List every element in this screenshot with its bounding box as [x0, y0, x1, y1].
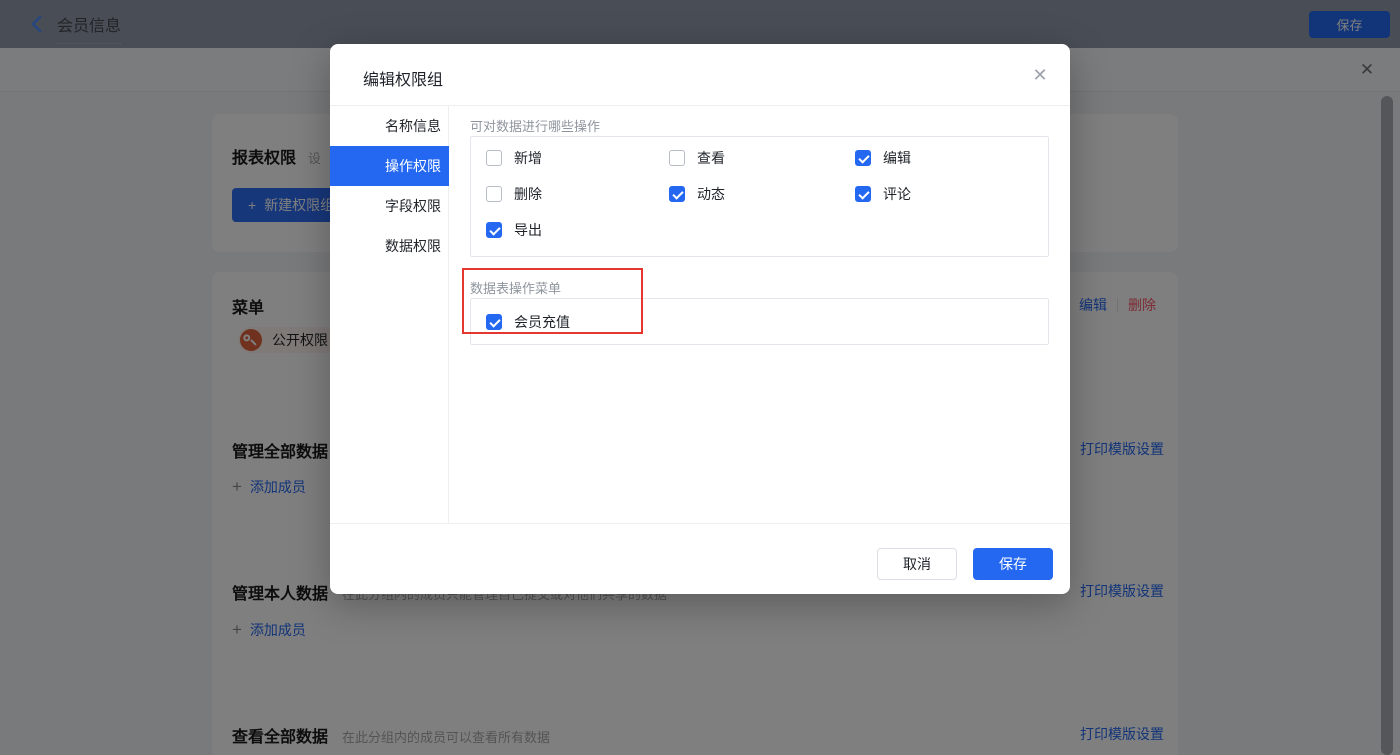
checkbox-box[interactable] [669, 150, 685, 166]
checkbox-item-delete[interactable]: 删除 [486, 186, 669, 202]
checkbox-box[interactable] [669, 186, 685, 202]
modal-title: 编辑权限组 [363, 66, 443, 90]
save-button[interactable]: 保存 [973, 548, 1053, 580]
checkbox-item-member-recharge[interactable]: 会员充值 [486, 314, 570, 330]
checkbox-box[interactable] [486, 186, 502, 202]
screen: 会员信息 保存 ✕ 报表权限 设 + 新建权限组 菜单 公开权限 编辑 删除 [0, 0, 1400, 755]
checkbox-item-add[interactable]: 新增 [486, 150, 669, 166]
edit-permission-group-modal: 编辑权限组 ✕ 名称信息 操作权限 字段权限 数据权限 可对数据进行哪些操作 新… [330, 44, 1070, 594]
checkbox-box[interactable] [486, 222, 502, 238]
modal-tab-list: 名称信息 操作权限 字段权限 数据权限 [330, 106, 449, 523]
modal-header: 编辑权限组 ✕ [330, 44, 1070, 106]
tab-name-info[interactable]: 名称信息 [330, 106, 449, 146]
table-menu-group-label: 数据表操作菜单 [470, 278, 561, 297]
checkbox-item-export[interactable]: 导出 [486, 222, 669, 238]
tab-data-permission[interactable]: 数据权限 [330, 226, 449, 266]
table-menu-checkbox-group: 会员充值 [470, 298, 1049, 345]
tab-operation-permission[interactable]: 操作权限 [330, 146, 449, 186]
checkbox-box[interactable] [486, 314, 502, 330]
checkbox-box[interactable] [855, 150, 871, 166]
tab-field-permission[interactable]: 字段权限 [330, 186, 449, 226]
modal-close-icon[interactable]: ✕ [1030, 65, 1050, 85]
checkbox-item-edit[interactable]: 编辑 [855, 150, 1048, 166]
checkbox-item-activity[interactable]: 动态 [669, 186, 855, 202]
footer-divider [330, 523, 1070, 524]
checkbox-item-view[interactable]: 查看 [669, 150, 855, 166]
cancel-button[interactable]: 取消 [877, 548, 957, 580]
checkbox-box[interactable] [486, 150, 502, 166]
operations-group-label: 可对数据进行哪些操作 [470, 116, 600, 135]
checkbox-box[interactable] [855, 186, 871, 202]
checkbox-item-comment[interactable]: 评论 [855, 186, 1048, 202]
operations-checkbox-group: 新增 查看 编辑 删除 动态 评论 [470, 136, 1049, 257]
